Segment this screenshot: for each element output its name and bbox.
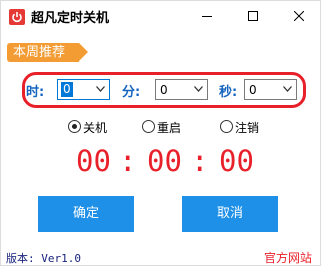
hour-label: 时: bbox=[26, 85, 45, 100]
close-icon bbox=[294, 11, 304, 21]
chevron-down-icon bbox=[283, 86, 292, 92]
app-window: 超凡定时关机 本周推荐 时: 0 分: 0 秒: 0 关机 重启 注销 00:… bbox=[0, 0, 321, 266]
minute-label: 分: bbox=[122, 85, 141, 100]
chevron-down-icon bbox=[96, 86, 105, 92]
radio-circle[interactable] bbox=[220, 120, 233, 133]
window-title: 超凡定时关机 bbox=[31, 11, 110, 26]
second-select[interactable]: 0 bbox=[244, 79, 297, 100]
countdown-minutes: 00 bbox=[147, 144, 182, 178]
radio-label: 注销 bbox=[235, 121, 260, 135]
minimize-icon bbox=[202, 16, 212, 17]
minimize-button[interactable] bbox=[184, 1, 230, 31]
weekly-recommend-tag[interactable]: 本周推荐 bbox=[7, 43, 88, 62]
second-label: 秒: bbox=[219, 85, 238, 100]
radio-circle[interactable] bbox=[142, 120, 155, 133]
hour-select[interactable]: 0 bbox=[57, 79, 110, 100]
hour-value: 0 bbox=[61, 82, 73, 97]
countdown-seconds: 00 bbox=[219, 144, 254, 178]
second-value: 0 bbox=[249, 83, 257, 97]
cancel-button[interactable]: 取消 bbox=[182, 196, 278, 232]
countdown-display: 00 : 00 : 00 bbox=[1, 144, 321, 184]
minute-value: 0 bbox=[160, 83, 168, 97]
radio-label: 关机 bbox=[83, 121, 108, 135]
countdown-separator: : bbox=[119, 144, 137, 178]
radio-label: 重启 bbox=[157, 121, 182, 135]
chevron-down-icon bbox=[194, 86, 203, 92]
maximize-button[interactable] bbox=[230, 1, 276, 31]
title-bar[interactable]: 超凡定时关机 bbox=[1, 1, 321, 31]
radio-selected-dot bbox=[72, 124, 77, 129]
power-icon bbox=[9, 9, 25, 25]
minute-select[interactable]: 0 bbox=[155, 79, 208, 100]
confirm-button[interactable]: 确定 bbox=[38, 196, 134, 232]
official-website-link[interactable]: 官方网站 bbox=[264, 249, 312, 266]
close-button[interactable] bbox=[276, 1, 321, 31]
countdown-hours: 00 bbox=[76, 144, 111, 178]
version-text: 版本: Ver1.0 bbox=[6, 252, 81, 265]
radio-circle[interactable] bbox=[68, 120, 81, 133]
countdown-separator: : bbox=[191, 144, 209, 178]
maximize-icon bbox=[248, 11, 258, 21]
